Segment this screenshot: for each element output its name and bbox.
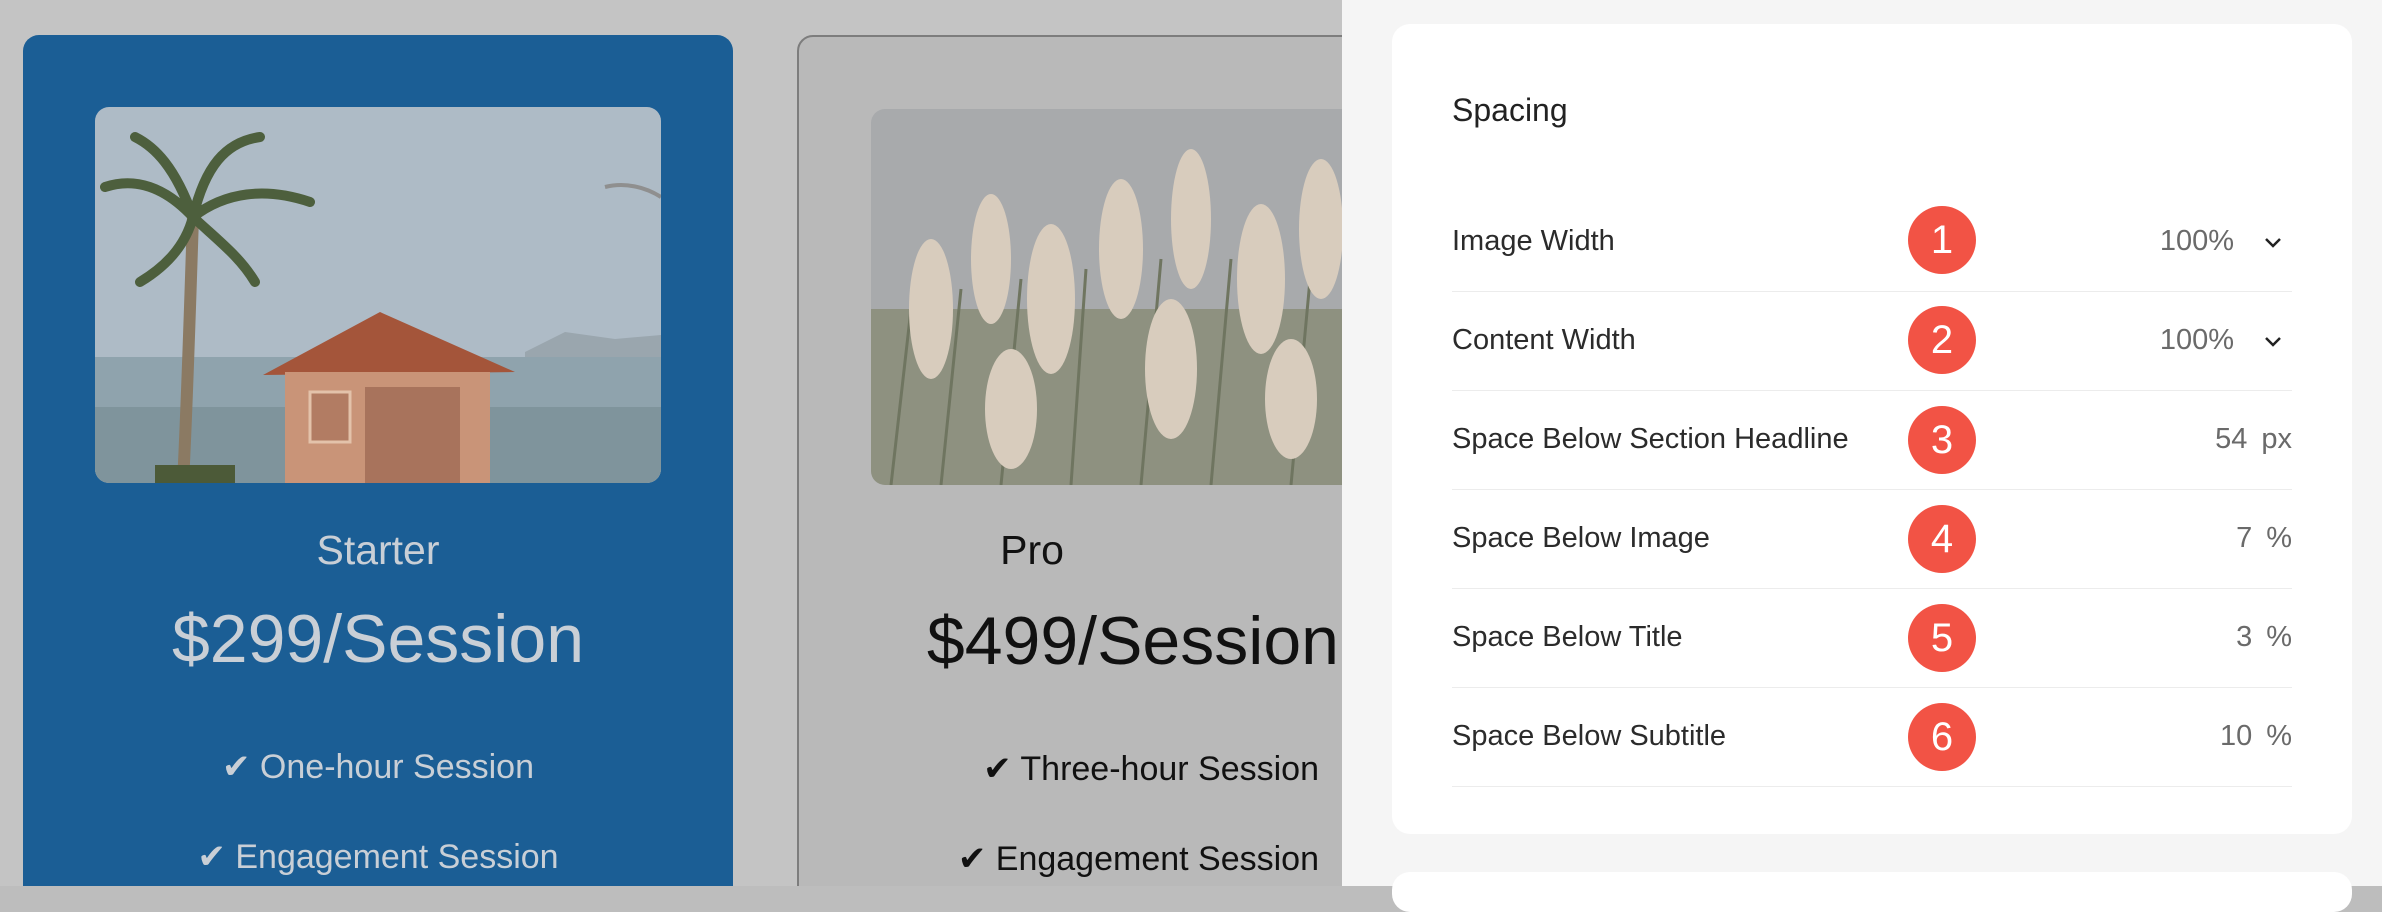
card-feature: ✔ Three-hour Session (983, 750, 1319, 788)
setting-value: 10 (2219, 720, 2253, 752)
space-below-subtitle-input[interactable]: 10% (2220, 687, 2292, 786)
card-title: Starter (316, 527, 440, 573)
setting-label: Space Below Image (1452, 522, 1710, 554)
setting-label: Space Below Section Headline (1452, 423, 1849, 455)
section-title: Spacing (1452, 92, 1568, 128)
chevron-down-icon (2265, 337, 2281, 348)
card-price: $299/Session (171, 601, 585, 677)
setting-label: Space Below Subtitle (1452, 720, 1727, 752)
number-badge: 5 (1908, 604, 1976, 672)
card-title: Pro (1000, 527, 1064, 573)
setting-row-space-below-subtitle: Space Below Subtitle 6 10% (1452, 687, 2292, 787)
setting-label: Image Width (1452, 225, 1615, 257)
card-feature: ✔ One-hour Session (222, 748, 534, 786)
chevron-down-icon (2265, 238, 2281, 249)
space-below-headline-input[interactable]: 54 px (2215, 390, 2292, 489)
setting-label: Space Below Title (1452, 621, 1683, 653)
setting-row-content-width: Content Width 2 100% (1452, 291, 2292, 391)
space-below-title-input[interactable]: 3% (2236, 588, 2292, 687)
number-badge: 4 (1908, 505, 1976, 573)
next-settings-card (1392, 872, 2352, 912)
pricing-card-starter[interactable]: Starter $299/Session ✔ One-hour Session … (23, 35, 733, 886)
setting-value: 100% (2159, 225, 2234, 257)
card-feature: ✔ Engagement Session (197, 838, 559, 876)
unit-label: % (2266, 522, 2292, 554)
setting-label: Content Width (1452, 324, 1636, 356)
number-badge: 6 (1908, 703, 1976, 771)
beach-hut-image (95, 107, 661, 483)
setting-value: 54 (2215, 423, 2248, 455)
page-preview: Starter $299/Session ✔ One-hour Session … (0, 0, 1342, 886)
number-badge: 1 (1908, 206, 1976, 274)
setting-row-space-below-image: Space Below Image 4 7% (1452, 489, 2292, 589)
number-badge: 3 (1908, 406, 1976, 474)
setting-value: 7 (2236, 522, 2253, 554)
unit-label: % (2266, 720, 2292, 752)
setting-row-space-below-headline: Space Below Section Headline 3 54 px (1452, 390, 2292, 490)
space-below-image-input[interactable]: 7% (2236, 489, 2292, 588)
spacing-settings-card: Spacing Image Width 1 100% Content Width… (1392, 24, 2352, 834)
number-badge: 2 (1908, 306, 1976, 374)
setting-value: 3 (2236, 621, 2253, 653)
image-width-dropdown[interactable]: 100% (2160, 192, 2292, 291)
unit-label: px (2261, 423, 2292, 455)
card-price: $499/Session (926, 603, 1339, 679)
setting-row-space-below-title: Space Below Title 5 3% (1452, 588, 2292, 688)
setting-row-image-width: Image Width 1 100% (1452, 192, 2292, 292)
content-width-dropdown[interactable]: 100% (2160, 291, 2292, 390)
unit-label: % (2266, 621, 2292, 653)
pricing-card-pro[interactable]: Pro $499/Session ✔ Three-hour Session ✔ … (797, 35, 1342, 886)
card-feature: ✔ Engagement Session (957, 840, 1319, 878)
pampas-grass-image (871, 109, 1342, 485)
setting-value: 100% (2159, 324, 2234, 356)
